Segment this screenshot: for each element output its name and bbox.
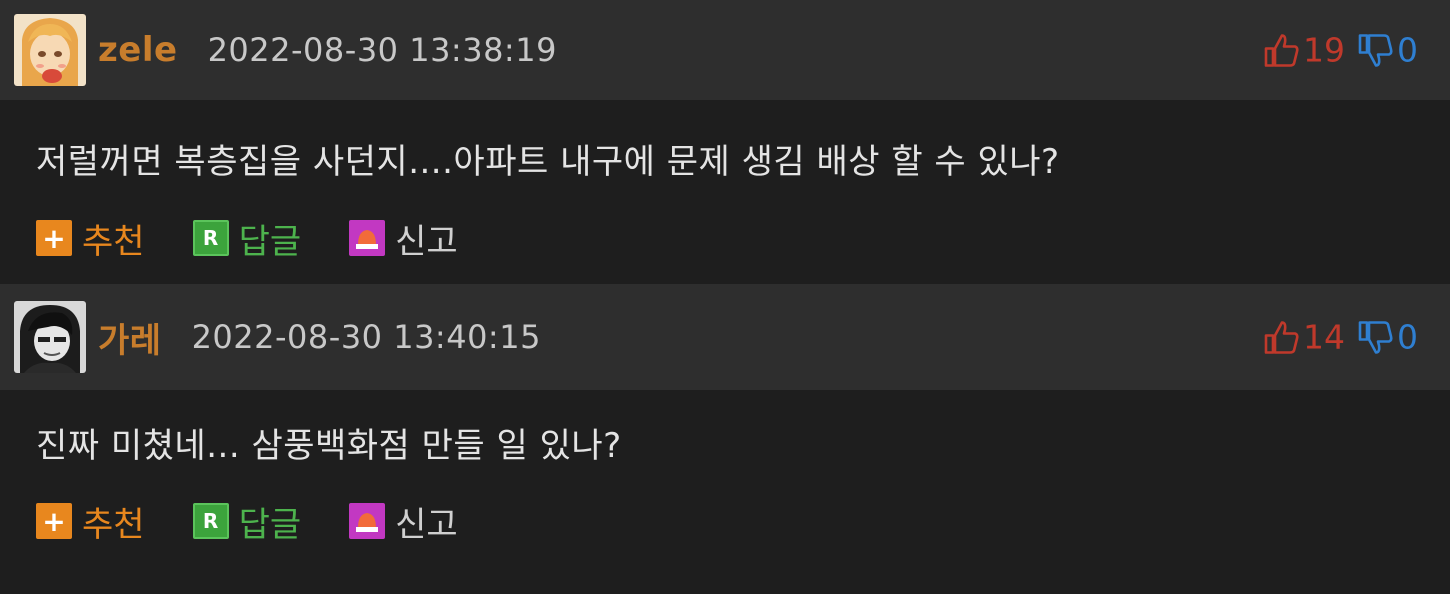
avatar-grayscale-person-icon xyxy=(14,301,86,373)
downvote-count: 0 xyxy=(1397,30,1418,70)
reply-label: 답글 xyxy=(238,221,302,262)
report-button[interactable]: 신고 xyxy=(349,214,458,263)
comment-actions: + 추천 R 답글 신고 xyxy=(36,474,1450,568)
downvote-count: 0 xyxy=(1397,317,1418,357)
timestamp: 2022-08-30 13:40:15 xyxy=(191,318,541,356)
r-square-icon: R xyxy=(192,220,229,256)
comment-text: 저럴꺼면 복층집을 사던지....아파트 내구에 문제 생김 배상 할 수 있나… xyxy=(36,142,1060,182)
comment-header: zele 2022-08-30 13:38:19 19 0 xyxy=(0,0,1450,100)
thumbs-down-icon xyxy=(1358,320,1393,354)
avatar-blonde-character-icon xyxy=(14,14,86,86)
upvote-count: 14 xyxy=(1303,317,1345,357)
downvote-button[interactable]: 0 xyxy=(1357,318,1418,357)
upvote-button[interactable]: 14 xyxy=(1263,318,1345,357)
avatar[interactable] xyxy=(14,14,86,86)
comment: 가레 2022-08-30 13:40:15 14 0 진짜 미쳤네... 삼풍… xyxy=(0,284,1450,568)
comment-body: 저럴꺼면 복층집을 사던지....아파트 내구에 문제 생김 배상 할 수 있나… xyxy=(0,100,1450,284)
downvote-button[interactable]: 0 xyxy=(1357,31,1418,70)
comment-text: 진짜 미쳤네... 삼풍백화점 만들 일 있나? xyxy=(36,426,622,466)
avatar[interactable] xyxy=(14,301,86,373)
report-label: 신고 xyxy=(395,221,458,262)
reply-button[interactable]: R 답글 xyxy=(192,214,302,263)
comment-actions: + 추천 R 답글 신고 xyxy=(36,192,1450,284)
timestamp: 2022-08-30 13:38:19 xyxy=(207,31,557,69)
report-label: 신고 xyxy=(395,504,458,545)
reply-label: 답글 xyxy=(238,504,302,545)
vote-group: 19 0 xyxy=(1263,31,1418,70)
thumbs-up-icon xyxy=(1264,320,1299,354)
plus-square-icon: + xyxy=(36,503,72,539)
vote-group: 14 0 xyxy=(1263,318,1418,357)
recommend-button[interactable]: + 추천 xyxy=(36,497,145,546)
recommend-button[interactable]: + 추천 xyxy=(36,214,145,263)
recommend-label: 추천 xyxy=(82,504,145,545)
siren-icon xyxy=(349,503,386,539)
thumbs-down-icon xyxy=(1358,33,1393,67)
report-button[interactable]: 신고 xyxy=(349,497,458,546)
recommend-label: 추천 xyxy=(82,221,145,262)
reply-button[interactable]: R 답글 xyxy=(192,497,302,546)
r-square-icon: R xyxy=(192,503,229,539)
siren-icon xyxy=(349,220,386,256)
comment-header: 가레 2022-08-30 13:40:15 14 0 xyxy=(0,284,1450,390)
plus-square-icon: + xyxy=(36,220,72,256)
thumbs-up-icon xyxy=(1264,33,1299,67)
comment-thread: zele 2022-08-30 13:38:19 19 0 저럴꺼면 복층집을 … xyxy=(0,0,1450,594)
comment: zele 2022-08-30 13:38:19 19 0 저럴꺼면 복층집을 … xyxy=(0,0,1450,284)
upvote-count: 19 xyxy=(1303,30,1345,70)
nickname[interactable]: 가레 xyxy=(98,313,162,362)
nickname[interactable]: zele xyxy=(98,30,178,70)
comment-body: 진짜 미쳤네... 삼풍백화점 만들 일 있나? + 추천 R 답글 신고 xyxy=(0,390,1450,568)
upvote-button[interactable]: 19 xyxy=(1263,31,1345,70)
